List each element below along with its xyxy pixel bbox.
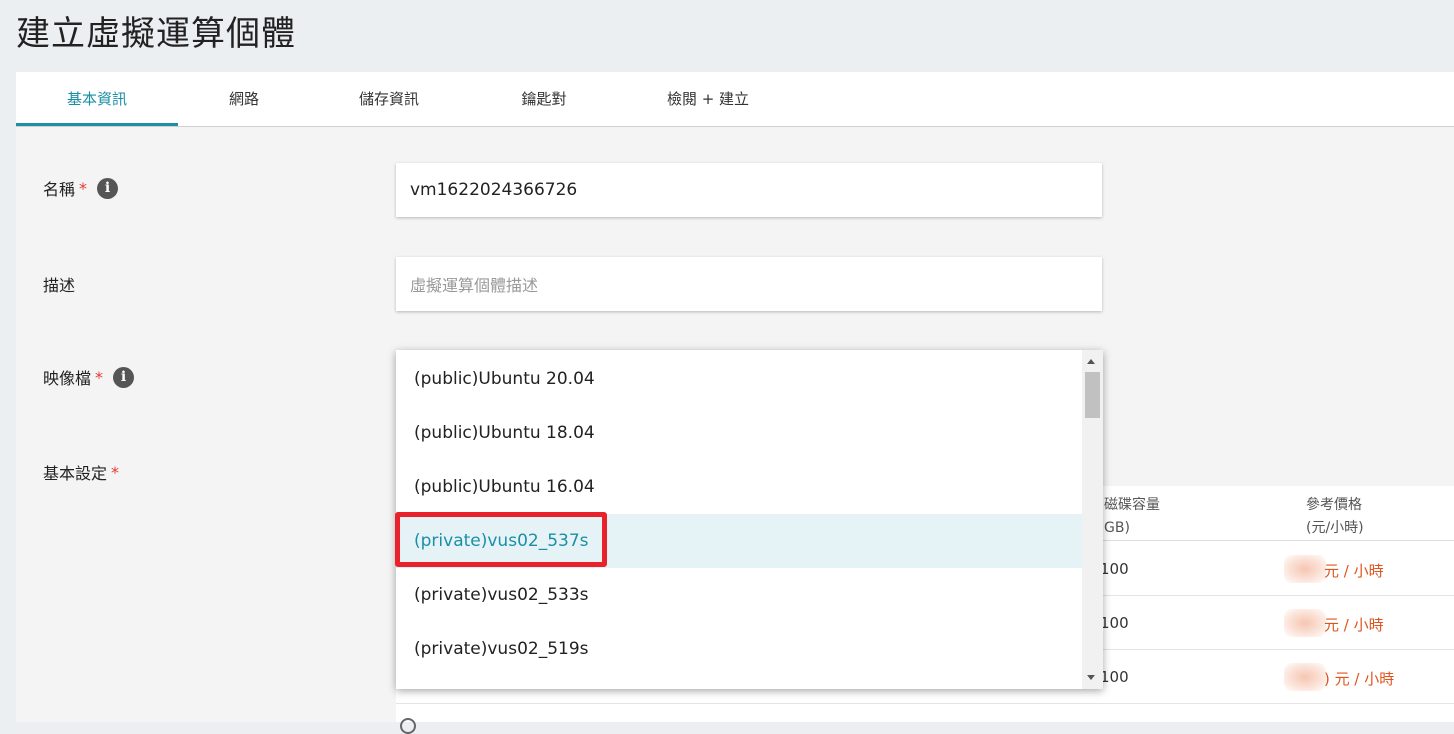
price-cell: ) 元 / 小時 (1324, 670, 1395, 688)
required-mark: * (111, 462, 120, 482)
name-input-value: vm1622024366726 (410, 180, 578, 200)
tab-bar: 基本資訊 網路 儲存資訊 鑰匙對 檢閱 + 建立 (16, 72, 1454, 127)
dropdown-option[interactable]: (public)Ubuntu 20.04 (396, 352, 1082, 406)
scroll-thumb[interactable] (1085, 372, 1100, 418)
tab-review-create[interactable]: 檢閱 + 建立 (646, 72, 770, 126)
description-input[interactable]: 虛擬運算個體描述 (396, 257, 1102, 311)
name-label: 名稱 (43, 180, 76, 199)
scroll-down-icon[interactable] (1087, 675, 1095, 680)
name-input[interactable]: vm1622024366726 (396, 163, 1102, 217)
name-label-row: 名稱 * i (43, 176, 119, 200)
disk-cell: 100 (1100, 614, 1129, 632)
dropdown-option[interactable]: (private)vus02_519s (396, 622, 1082, 676)
dropdown-scrollbar[interactable] (1082, 350, 1103, 689)
radio-button[interactable] (400, 718, 416, 734)
price-cell: 元 / 小時 (1324, 562, 1384, 580)
tab-basic-info[interactable]: 基本資訊 (16, 72, 178, 126)
image-label-row: 映像檔 * i (43, 365, 135, 389)
disk-cell: 100 (1100, 668, 1129, 686)
info-icon[interactable]: i (97, 177, 119, 199)
description-placeholder: 虛擬運算個體描述 (410, 276, 539, 295)
tab-network[interactable]: 網路 (198, 72, 290, 126)
active-tab-indicator (16, 123, 178, 126)
dropdown-option[interactable]: (public)Ubuntu 18.04 (396, 406, 1082, 460)
page-title: 建立虛擬運算個體 (16, 14, 296, 54)
required-mark: * (95, 367, 104, 387)
dropdown-option[interactable]: (private)vus02_533s (396, 568, 1082, 622)
redacted-price (1284, 555, 1326, 583)
disk-header: 磁碟容量 GB) (1104, 497, 1160, 536)
required-mark: * (79, 178, 88, 198)
redacted-price (1284, 609, 1326, 637)
description-label-row: 描述 (43, 272, 75, 296)
row-divider (396, 703, 1454, 704)
basic-settings-label: 基本設定 (43, 464, 108, 483)
tab-storage[interactable]: 儲存資訊 (338, 72, 440, 126)
highlight-annotation (395, 512, 607, 567)
info-icon[interactable]: i (113, 366, 135, 388)
dropdown-option[interactable]: (public)Ubuntu 16.04 (396, 460, 1082, 514)
description-label: 描述 (43, 276, 76, 295)
tab-keypair[interactable]: 鑰匙對 (496, 72, 592, 126)
image-label: 映像檔 (43, 369, 92, 388)
disk-cell: 100 (1100, 560, 1129, 578)
scroll-up-icon[interactable] (1087, 359, 1095, 364)
price-header: 參考價格 (元/小時) (1306, 497, 1364, 536)
basic-settings-label-row: 基本設定 * (43, 460, 119, 484)
price-cell: 元 / 小時 (1324, 616, 1384, 634)
redacted-price (1284, 663, 1326, 691)
